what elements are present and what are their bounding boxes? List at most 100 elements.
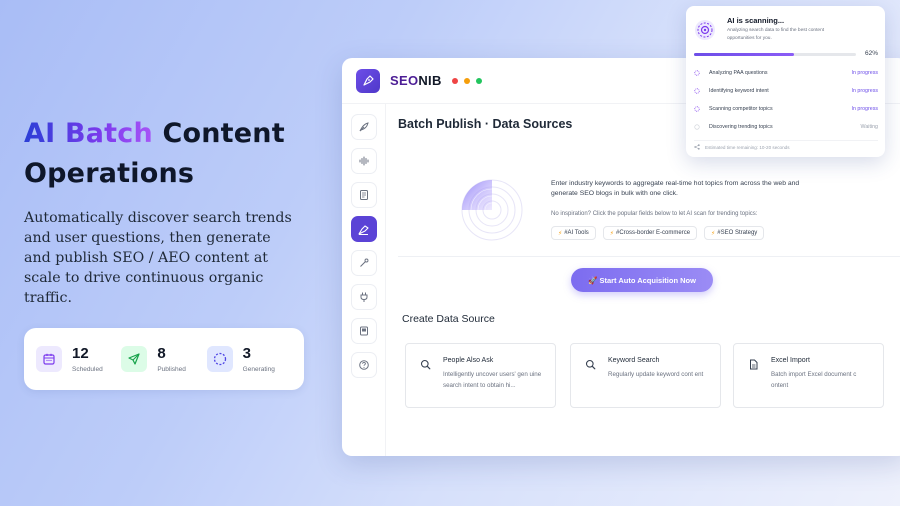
app-logo[interactable] (356, 69, 380, 93)
waveform-icon (359, 156, 368, 166)
document-icon (359, 190, 368, 200)
search-icon (583, 357, 597, 371)
card-people-also-ask[interactable]: People Also Ask Intelligently uncover us… (405, 343, 556, 408)
content-divider (398, 256, 900, 257)
publish-icon (358, 224, 369, 235)
sidebar-item-tools[interactable] (350, 250, 377, 276)
scan-eta: Estimated time remaining: 10-20 seconds (694, 144, 790, 150)
target-scan-icon (695, 20, 715, 40)
card-excel-import[interactable]: Excel Import Batch import Excel document… (733, 343, 884, 408)
radar-scan-icon (461, 179, 523, 241)
topic-chips: ⚡ #AI Tools ⚡ #Cross-border E-commerce ⚡ #S… (551, 226, 765, 240)
intro-text: Enter industry keywords to aggregate rea… (551, 180, 800, 197)
chip-label: #AI Tools (564, 230, 589, 236)
chip-label: #Cross-border E-commerce (616, 230, 691, 236)
scan-task-name: Scanning competitor topics (709, 106, 773, 112)
chip-cross-border-ecommerce[interactable]: ⚡ #Cross-border E-commerce (602, 226, 698, 240)
section-title: Create Data Source (402, 313, 495, 325)
sidebar-item-audio[interactable] (350, 148, 377, 174)
spinner-icon (694, 88, 700, 94)
share-nodes-icon (694, 144, 700, 150)
card-description: Intelligently uncover users' gen uine se… (443, 371, 542, 389)
scan-task: Analyzing PAA questions In progress (694, 68, 878, 78)
hero-description: Automatically discover search trends and… (24, 210, 292, 306)
sidebar-item-library[interactable] (350, 318, 377, 344)
stat-generating-label: Generating (242, 366, 275, 373)
scan-task-status: Waiting (860, 124, 878, 130)
chip-seo-strategy[interactable]: ⚡ #SEO Strategy (704, 226, 765, 240)
scan-task: Discovering trending topics Waiting (694, 122, 878, 132)
spinner-icon (694, 70, 700, 76)
lightning-icon: ⚡ (558, 230, 563, 237)
loading-icon (206, 346, 233, 372)
scan-task-status: In progress (851, 106, 879, 112)
app-name-seo: SEO (390, 73, 419, 88)
sidebar-item-batch-publish[interactable] (350, 216, 377, 242)
stat-scheduled-value: 12 (72, 345, 89, 362)
window-dot-yellow (464, 78, 470, 84)
feather-icon (359, 122, 369, 132)
stat-scheduled: 12 Scheduled (36, 345, 121, 373)
chip-label: #SEO Strategy (717, 230, 758, 236)
scan-task: Scanning competitor topics In progress (694, 104, 878, 114)
sidebar-item-articles[interactable] (350, 182, 377, 208)
hero-title-line2: Operations (24, 158, 195, 189)
popup-divider (694, 140, 878, 141)
card-description: Regularly update keyword cont ent (608, 371, 704, 378)
scan-progress-fill (694, 53, 795, 56)
send-icon (121, 346, 148, 372)
stat-published: 8 Published (121, 345, 206, 373)
scan-task-name: Analyzing PAA questions (709, 70, 768, 76)
scan-task-status: In progress (851, 70, 879, 76)
card-keyword-search[interactable]: Keyword Search Regularly update keyword … (570, 343, 721, 408)
stat-published-label: Published (157, 366, 186, 373)
lightning-icon: ⚡ (609, 230, 615, 237)
start-auto-acquisition-button[interactable]: 🚀 Start Auto Acquisition Now (571, 268, 713, 292)
sidebar-item-help[interactable] (350, 352, 377, 378)
lightning-icon: ⚡ (711, 230, 716, 237)
app-name: SEONIB (390, 73, 442, 88)
pen-nib-icon (363, 75, 374, 86)
sidebar (342, 104, 386, 456)
plug-icon (360, 292, 367, 302)
window-dots (452, 78, 482, 84)
ai-scanning-popup: AI is scanning... Analyzing search data … (686, 6, 885, 157)
help-icon (358, 360, 369, 370)
magic-wand-icon (359, 258, 368, 267)
card-title: People Also Ask (443, 357, 494, 364)
app-name-nib: NIB (418, 73, 442, 88)
hero-title-highlight: AI Batch (24, 118, 153, 149)
pending-circle-icon (694, 124, 700, 130)
sidebar-item-write[interactable] (350, 114, 377, 140)
stats-card: 12 Scheduled 8 Published 3 Generating (24, 328, 304, 390)
stat-scheduled-label: Scheduled (72, 366, 103, 373)
scan-task: Identifying keyword intent In progress (694, 86, 878, 96)
hint-text: No inspiration? Click the popular fields… (551, 211, 758, 217)
file-icon (746, 357, 760, 371)
card-description: Batch import Excel document c ontent (771, 371, 857, 389)
sidebar-item-integrations[interactable] (350, 284, 377, 310)
scan-task-name: Discovering trending topics (709, 124, 773, 130)
page-title: Batch Publish · Data Sources (398, 117, 573, 131)
search-icon (418, 357, 432, 371)
scan-task-status: In progress (851, 88, 879, 94)
stat-generating-value: 3 (242, 345, 251, 362)
scan-progress-bar (694, 53, 856, 56)
hero-section: AI Batch Content Operations Automaticall… (24, 114, 324, 308)
chip-ai-tools[interactable]: ⚡ #AI Tools (551, 226, 596, 240)
calendar-icon (36, 346, 62, 372)
window-dot-red (452, 78, 458, 84)
window-dot-green (476, 78, 482, 84)
scan-task-name: Identifying keyword intent (709, 88, 769, 94)
scan-progress-label: 62% (864, 50, 878, 57)
hero-title-rest: Content (152, 118, 285, 149)
spinner-icon (694, 106, 700, 112)
stat-generating: 3 Generating (206, 345, 292, 373)
scan-eta-text: Estimated time remaining: 10-20 seconds (705, 144, 790, 150)
stat-published-value: 8 (157, 345, 166, 362)
card-title: Excel Import (771, 357, 810, 364)
scan-title: AI is scanning... (727, 16, 785, 25)
scan-subtitle: Analyzing search data to find the best c… (727, 28, 825, 41)
hero-title: AI Batch Content Operations (24, 114, 324, 194)
card-title: Keyword Search (608, 357, 660, 364)
